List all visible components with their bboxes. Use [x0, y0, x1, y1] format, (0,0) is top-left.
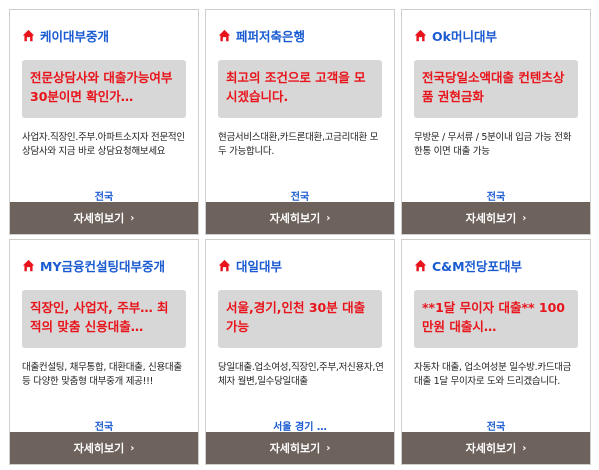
card-description: 현금서비스대환,카드론대환,고금리대환 모두 가능합니다. [218, 132, 379, 157]
card-title-text: 페퍼저축은행 [236, 28, 306, 44]
details-button-label: 자세히보기 [73, 442, 125, 455]
card-headline[interactable]: 전국당일소액대출 컨텐츠상품 권현금화 [414, 60, 578, 118]
card-title-text: 대일대부 [236, 258, 283, 274]
home-icon [218, 29, 231, 41]
home-icon [22, 29, 35, 41]
card-region: 전국 [290, 192, 310, 203]
lender-card: 대일대부 서울,경기,인천 30분 대출가능 당일대출.업소여성,직장인,주부,… [205, 239, 395, 465]
card-description: 대출컨설팅, 채무통합, 대환대출, 신용대출 등 다양한 맞춤형 대부중개 제… [22, 362, 182, 387]
home-icon [414, 29, 427, 41]
card-title[interactable]: MY금융컨설팅대부중개 [22, 256, 192, 274]
lender-card: 페퍼저축은행 최고의 조건으로 고객을 모시겠습니다. 현금서비스대환,카드론대… [205, 9, 395, 235]
card-description: 무방문 / 무서류 / 5분이내 입금 가능 전화 한통 이면 대출 가능 [414, 132, 572, 157]
details-button[interactable]: 자세히보기 › [206, 432, 394, 464]
card-title-text: 케이대부중개 [40, 28, 110, 44]
chevron-right-icon: › [326, 212, 331, 224]
chevron-right-icon: › [326, 442, 331, 454]
card-region: 전국 [94, 192, 114, 203]
card-description: 당일대출.업소여성,직장인,주부,저신용자,연체자 월변,일수당일대출 [218, 362, 384, 387]
details-button-label: 자세히보기 [73, 212, 125, 225]
card-title[interactable]: 대일대부 [218, 256, 388, 274]
details-button[interactable]: 자세히보기 › [10, 432, 198, 464]
home-icon [22, 259, 35, 271]
card-description: 자동차 대출, 업소여성분 일수방.카드대금 대출 1달 무이자로 도와 드리겠… [414, 362, 572, 387]
card-headline[interactable]: 최고의 조건으로 고객을 모시겠습니다. [218, 60, 382, 118]
card-title-text: Ok머니대부 [432, 28, 497, 44]
card-headline[interactable]: **1달 무이자 대출** 100만원 대출시… [414, 290, 578, 348]
card-region: 전국 [94, 422, 114, 433]
lender-card: 케이대부중개 전문상담사와 대출가능여부 30분이면 확인가… 사업자.직장인.… [9, 9, 199, 235]
card-title[interactable]: C&M전당포대부 [414, 256, 584, 274]
card-description: 사업자.직장인.주부.아파트소지자 전문적인 상담사와 지금 바로 상담요청해보… [22, 132, 185, 157]
details-button[interactable]: 자세히보기 › [206, 202, 394, 234]
card-region: 서울 경기 … [273, 422, 327, 433]
details-button[interactable]: 자세히보기 › [402, 432, 590, 464]
card-region: 전국 [486, 422, 506, 433]
details-button[interactable]: 자세히보기 › [10, 202, 198, 234]
details-button-label: 자세히보기 [269, 442, 321, 455]
chevron-right-icon: › [522, 212, 527, 224]
card-title[interactable]: 케이대부중개 [22, 26, 192, 44]
details-button-label: 자세히보기 [465, 442, 517, 455]
home-icon [414, 259, 427, 271]
details-button[interactable]: 자세히보기 › [402, 202, 590, 234]
card-headline[interactable]: 전문상담사와 대출가능여부 30분이면 확인가… [22, 60, 186, 118]
details-button-label: 자세히보기 [269, 212, 321, 225]
card-headline[interactable]: 직장인, 사업자, 주부… 최적의 맞춤 신용대출… [22, 290, 186, 348]
card-title-text: C&M전당포대부 [432, 258, 523, 274]
chevron-right-icon: › [130, 442, 135, 454]
card-title-text: MY금융컨설팅대부중개 [40, 258, 165, 274]
card-title[interactable]: 페퍼저축은행 [218, 26, 388, 44]
home-icon [218, 259, 231, 271]
lender-card: MY금융컨설팅대부중개 직장인, 사업자, 주부… 최적의 맞춤 신용대출… 대… [9, 239, 199, 465]
chevron-right-icon: › [130, 212, 135, 224]
card-headline[interactable]: 서울,경기,인천 30분 대출가능 [218, 290, 382, 348]
card-title[interactable]: Ok머니대부 [414, 26, 584, 44]
lender-card: Ok머니대부 전국당일소액대출 컨텐츠상품 권현금화 무방문 / 무서류 / 5… [401, 9, 591, 235]
chevron-right-icon: › [522, 442, 527, 454]
lender-card: C&M전당포대부 **1달 무이자 대출** 100만원 대출시… 자동차 대출… [401, 239, 591, 465]
card-region: 전국 [486, 192, 506, 203]
details-button-label: 자세히보기 [465, 212, 517, 225]
